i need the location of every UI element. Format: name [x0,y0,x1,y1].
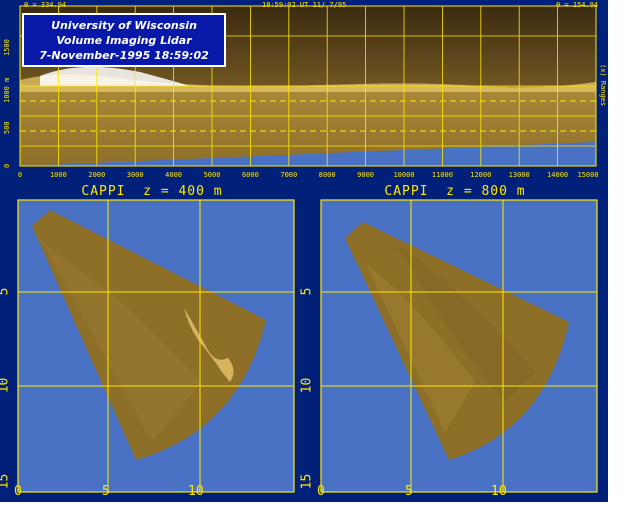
display-frame: θ = 334.94 18:59:02 UT 11/ 7/95 θ = 154.… [0,0,608,502]
rhi-x-tick: 12000 [470,171,492,179]
rhi-x-tick: 10000 [393,171,415,179]
cappi-panel-400: CAPPI z = 400 m 0 5 10 5 10 15 [0,182,302,500]
cappi-x-tick: 5 [102,484,110,499]
cappi-y-tick: 15 [299,473,315,490]
timestamp-label: 18:59:02 UT 11/ 7/95 [262,1,347,9]
title-line-1: University of Wisconsin [51,19,197,32]
rhi-x-tick: 9000 [357,171,375,179]
cappi-x-tick: 0 [14,484,22,499]
cappi-y-tick: 10 [299,377,315,394]
rhi-x-tick: 7000 [280,171,298,179]
rhi-x-tick: 11000 [431,171,453,179]
rhi-y-axis-label: 1000 m [3,77,11,103]
rhi-x-tick: 15000 [577,171,599,179]
cappi-y-tick: 10 [0,377,12,394]
cappi-x-tick: 10 [188,484,204,499]
cappi-panel-800: CAPPI z = 800 m 0 5 10 5 10 15 [299,182,605,500]
rhi-x-tick: 4000 [165,171,183,179]
rhi-panel: θ = 334.94 18:59:02 UT 11/ 7/95 θ = 154.… [0,0,608,182]
rhi-x-tick: 6000 [241,171,259,179]
cappi-x-tick: 10 [491,484,507,499]
cappi-image [320,199,598,493]
cappi-y-tick: 5 [0,288,11,296]
azimuth-left-label: θ = 334.94 [24,1,67,9]
rhi-x-tick: 3000 [126,171,144,179]
rhi-x-tick: 1000 [49,171,67,179]
cappi-y-tick: 15 [0,473,12,490]
rhi-y-tick: 1500 [3,39,11,56]
rhi-x-tick: 8000 [318,171,336,179]
cappi-image [17,199,295,493]
rhi-y-tick: 500 [3,121,11,134]
title-line-2: Volume Imaging Lidar [56,34,192,47]
rhi-x-tick: 13000 [508,171,530,179]
cappi-x-tick: 5 [405,484,413,499]
rhi-x-tick: 2000 [88,171,106,179]
rhi-x-tick: 5000 [203,171,221,179]
rhi-y-tick: 0 [3,163,11,168]
cappi-x-tick: 0 [317,484,325,499]
title-line-3: 7-November-1995 18:59:02 [39,49,209,62]
cappi-y-tick: 5 [299,287,315,296]
rhi-x-tick: 14000 [547,171,569,179]
azimuth-right-label: θ = 154.94 [556,1,599,9]
rhi-right-label: (x) Ranges [599,64,607,107]
rhi-x-tick: 0 [17,171,23,179]
title-box: University of Wisconsin Volume Imaging L… [22,13,226,67]
